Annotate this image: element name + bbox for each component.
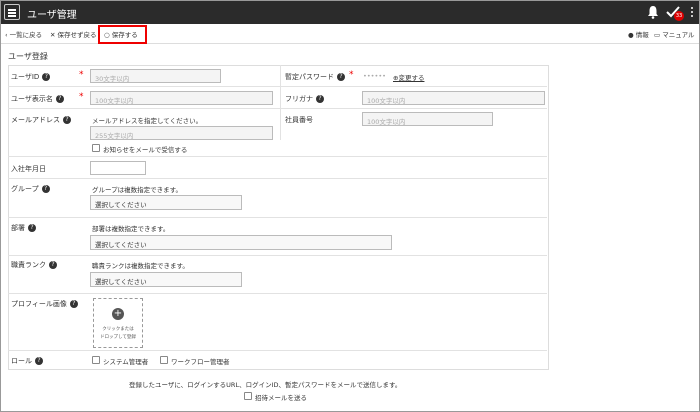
rank-label-text: 職責ランク	[11, 261, 46, 269]
help-icon[interactable]: ?	[35, 357, 43, 365]
help-icon[interactable]: ?	[63, 116, 71, 124]
email-notify-label: お知らせをメールで受信する	[103, 146, 188, 154]
display-name-label: ユーザ表示名?	[11, 94, 64, 104]
user-id-label: ユーザID?	[11, 72, 51, 82]
furigana-label: フリガナ?	[285, 94, 324, 104]
row-join-date	[8, 157, 547, 179]
email-label: メールアドレス?	[11, 115, 71, 125]
save-highlight	[98, 25, 147, 44]
profile-image-label: プロフィール画像?	[11, 299, 78, 309]
row-user-id	[8, 65, 547, 87]
profile-image-dropzone[interactable]: + クリックまたは ドロップして登録	[93, 298, 143, 348]
group-label-text: グループ	[11, 185, 39, 193]
info-link[interactable]: ● 情報	[628, 29, 649, 39]
invite-note: 登録したユーザに、ログインするURL、ログインID、暫定パスワードをメールで送信…	[129, 381, 402, 389]
employee-no-label: 社員番号	[285, 116, 313, 124]
change-password-link[interactable]: ⊕変更する	[393, 72, 424, 82]
help-icon[interactable]: ?	[41, 185, 50, 193]
rank-select[interactable]: 選択してください	[90, 272, 242, 287]
row-group	[8, 179, 547, 218]
user-id-input[interactable]: 30文字以内	[90, 69, 221, 83]
furigana-input[interactable]: 100文字以内	[362, 91, 545, 105]
join-date-input[interactable]	[90, 161, 146, 175]
row-role	[8, 351, 547, 369]
email-note: メールアドレスを指定してください。	[92, 117, 203, 125]
more-menu-icon[interactable]	[691, 7, 694, 19]
group-select[interactable]: 選択してください	[90, 195, 242, 210]
email-input[interactable]: 255文字以内	[90, 126, 273, 140]
notification-badge: 33	[674, 11, 684, 21]
user-id-label-text: ユーザID	[11, 73, 40, 81]
app-title: ユーザ管理	[27, 10, 77, 21]
required-mark: *	[79, 70, 84, 80]
temp-password-label: 暫定パスワード?	[285, 72, 345, 82]
join-date-label: 入社年月日	[11, 165, 46, 173]
book-icon: ▭	[654, 31, 661, 39]
change-link-text: 変更する	[398, 74, 425, 82]
department-note: 部署は複数指定できます。	[92, 225, 170, 233]
pin-icon: ●	[628, 31, 634, 39]
workflow-admin-label: ワークフロー管理者	[171, 358, 230, 366]
help-icon[interactable]: ?	[28, 224, 36, 232]
plus-icon: +	[112, 308, 124, 320]
furigana-label-text: フリガナ	[285, 95, 313, 103]
section-title: ユーザ登録	[8, 52, 48, 61]
row-profile-image	[8, 294, 547, 351]
department-select[interactable]: 選択してください	[90, 235, 392, 250]
system-admin-label: システム管理者	[103, 358, 149, 366]
employee-no-input[interactable]: 100文字以内	[362, 112, 493, 126]
temp-password-label-text: 暫定パスワード	[285, 73, 334, 81]
group-note: グループは複数指定できます。	[92, 186, 182, 194]
display-name-input[interactable]: 100文字以内	[90, 91, 273, 105]
send-invite-checkbox[interactable]	[244, 392, 252, 400]
info-label: 情報	[635, 31, 649, 39]
row-rank	[8, 256, 547, 294]
system-admin-checkbox[interactable]	[92, 356, 100, 364]
role-label: ロール?	[11, 356, 43, 366]
help-icon[interactable]: ?	[316, 95, 324, 103]
top-bar: ユーザ管理 33	[1, 1, 699, 24]
group-label: グループ?	[11, 184, 50, 194]
send-invite-label: 招待メールを送る	[255, 394, 307, 402]
rank-note: 職責ランクは複数指定できます。	[92, 262, 189, 270]
required-mark: *	[349, 70, 354, 80]
department-label-text: 部署	[11, 224, 25, 232]
help-icon[interactable]: ?	[337, 73, 345, 81]
temp-password-value: ••••••	[363, 72, 387, 80]
display-name-label-text: ユーザ表示名	[11, 95, 53, 103]
department-label: 部署?	[11, 223, 36, 233]
menu-icon[interactable]	[4, 4, 20, 20]
help-icon[interactable]: ?	[49, 261, 57, 269]
email-label-text: メールアドレス	[11, 116, 60, 124]
back-button[interactable]: ‹ 一覧に戻る	[5, 29, 42, 39]
profile-image-label-text: プロフィール画像	[11, 300, 67, 308]
discard-label: 保存せず戻る	[57, 31, 97, 39]
manual-link[interactable]: ▭ マニュアル	[654, 29, 695, 39]
rank-label: 職責ランク?	[11, 260, 57, 270]
required-mark: *	[79, 92, 84, 102]
bell-icon[interactable]	[647, 5, 659, 19]
workflow-admin-checkbox[interactable]	[160, 356, 168, 364]
upload-hint-line2: ドロップして登録	[100, 335, 136, 340]
role-label-text: ロール	[11, 357, 32, 365]
manual-label: マニュアル	[662, 31, 695, 39]
upload-hint-line1: クリックまたは	[102, 327, 134, 332]
discard-button[interactable]: ✕ 保存せず戻る	[50, 29, 97, 39]
help-icon[interactable]: ?	[55, 95, 64, 103]
back-label: 一覧に戻る	[9, 31, 43, 39]
help-icon[interactable]: ?	[42, 73, 51, 81]
help-icon[interactable]: ?	[69, 300, 78, 308]
email-notify-checkbox[interactable]	[92, 144, 100, 152]
